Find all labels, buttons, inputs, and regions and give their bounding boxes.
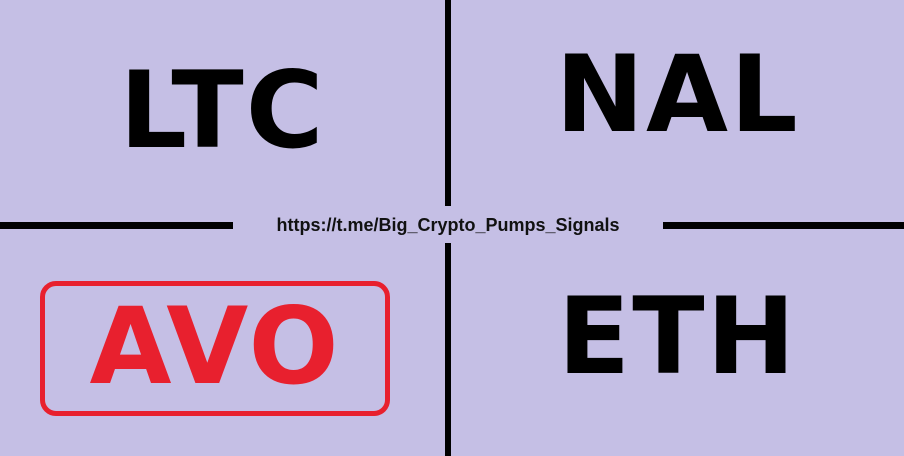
ticker-top-left: LTC [119, 49, 326, 172]
ticker-top-right: NAL [555, 33, 800, 156]
ticker-grid-graphic: https://t.me/Big_Crypto_Pumps_Signals LT… [0, 0, 904, 456]
horizontal-divider-left [0, 222, 233, 229]
telegram-link-text: https://t.me/Big_Crypto_Pumps_Signals [276, 215, 620, 235]
ticker-bottom-left-highlighted: AVO [89, 285, 341, 408]
horizontal-divider-right [663, 222, 904, 229]
ticker-bottom-right: ETH [557, 275, 798, 398]
